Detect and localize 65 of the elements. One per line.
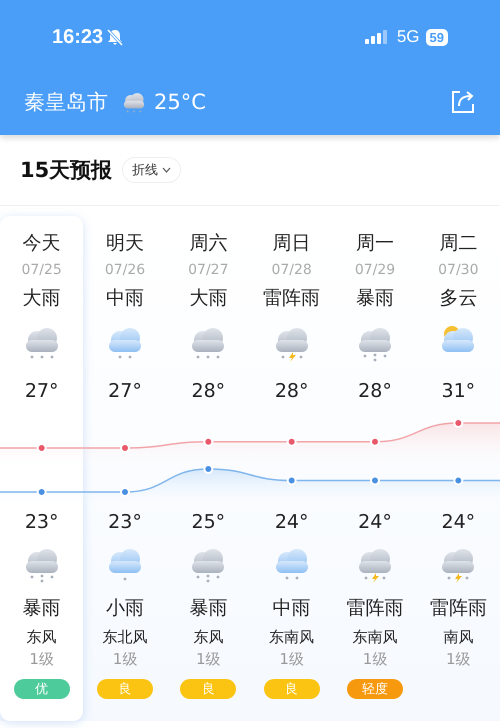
wind-direction: 东南风: [352, 626, 398, 648]
night-condition: 中雨: [272, 596, 311, 621]
day-condition: 中雨: [106, 286, 144, 311]
network-label: 5G: [396, 27, 420, 47]
low-temperature: 24°: [441, 510, 476, 535]
air-quality-badge: 轻度: [346, 679, 403, 699]
battery-level: 59: [426, 28, 448, 46]
night-condition: 雷阵雨: [346, 596, 404, 621]
night-condition: 暴雨: [189, 596, 228, 621]
high-temperature: 31°: [441, 379, 476, 404]
night-condition: 雷阵雨: [430, 596, 487, 621]
day-name: 周二: [439, 231, 478, 256]
day-name: 周六: [189, 231, 228, 256]
muted-bell-icon: [106, 28, 124, 46]
wind-level: 1级: [446, 649, 471, 669]
air-quality-badge: 良: [180, 679, 236, 699]
chevron-down-icon: [162, 167, 172, 173]
day-date: 07/26: [104, 261, 146, 280]
day-date: 07/28: [271, 261, 312, 280]
wind-level: 1级: [279, 649, 304, 669]
high-temperature: 28°: [358, 379, 392, 404]
low-temperature: 24°: [274, 510, 308, 535]
high-temperature: 28°: [274, 379, 308, 404]
wind-level: 1级: [112, 649, 138, 669]
day-name: 明天: [106, 231, 144, 256]
current-temperature: 25°C: [154, 90, 206, 114]
day-date: 07/30: [438, 261, 478, 280]
day-date: 07/27: [188, 261, 228, 280]
low-temperature: 23°: [24, 510, 58, 535]
wind-level: 1级: [196, 649, 221, 669]
day-name: 周一: [356, 231, 394, 256]
night-condition: 暴雨: [22, 596, 61, 621]
day-name: 周日: [272, 231, 311, 256]
wind-level: 1级: [362, 649, 388, 669]
wind-level: 1级: [29, 649, 54, 669]
day-condition: 大雨: [22, 286, 61, 311]
air-quality-badge: 良: [96, 679, 153, 699]
air-quality-badge: 良: [264, 679, 320, 699]
low-temperature: 24°: [358, 510, 392, 535]
city-name: 秦皇岛市: [24, 89, 108, 116]
high-temperature: 28°: [191, 379, 226, 404]
wind-direction: 东风: [193, 626, 224, 648]
wind-direction: 东风: [26, 626, 57, 648]
night-condition: 小雨: [106, 596, 144, 621]
day-date: 07/25: [21, 261, 62, 280]
high-temperature: 27°: [24, 379, 58, 404]
air-quality-badge: 优: [14, 679, 70, 699]
day-date: 07/29: [354, 261, 396, 280]
high-temperature: 27°: [108, 379, 142, 404]
low-temperature: 25°: [191, 510, 226, 535]
day-condition: 多云: [439, 286, 478, 311]
wind-direction: 南风: [443, 626, 474, 648]
chart-mode-dropdown[interactable]: 折线: [122, 157, 182, 183]
status-time: 16:23: [52, 26, 104, 48]
signal-icon: [364, 30, 389, 44]
low-temperature: 23°: [108, 510, 142, 535]
forecast-title: 15天预报: [20, 157, 112, 184]
selected-day-card[interactable]: 今天 07/25 大雨 27° 23° 暴雨 东风 1级 优: [0, 216, 84, 721]
day-condition: 雷阵雨: [263, 286, 320, 311]
share-icon[interactable]: [450, 89, 476, 115]
day-name: 今天: [22, 231, 61, 256]
wind-direction: 东南风: [269, 626, 314, 648]
wind-direction: 东北风: [102, 626, 148, 648]
day-condition: 暴雨: [356, 286, 394, 311]
day-condition: 大雨: [189, 286, 228, 311]
